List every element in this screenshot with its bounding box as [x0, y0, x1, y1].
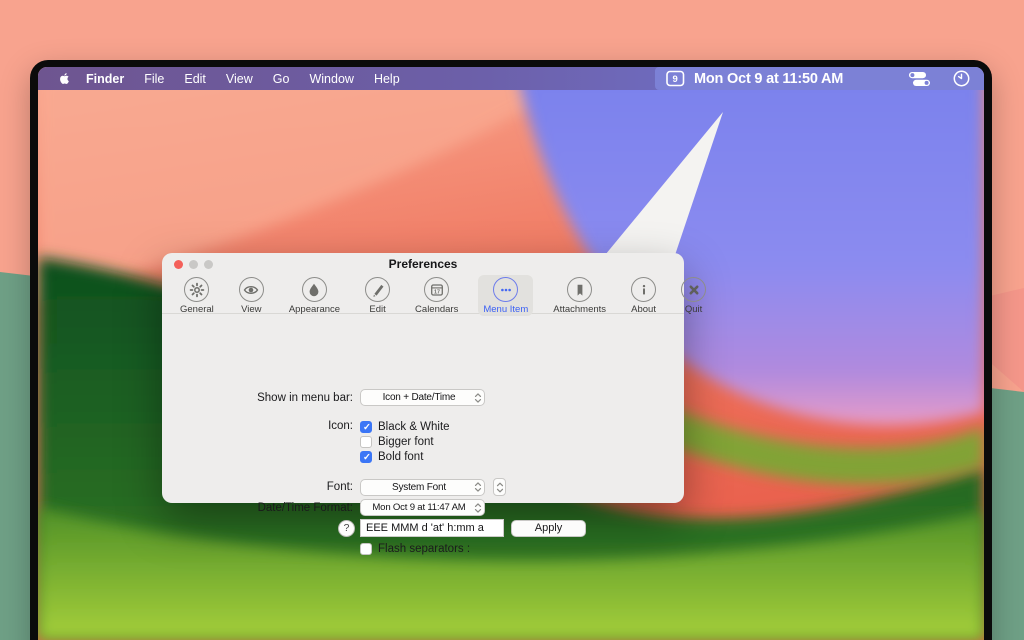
- icon-checkbox-group: Black & White Bigger font Bold font: [360, 419, 450, 464]
- bookmark-icon: [567, 277, 592, 302]
- screen: Finder File Edit View Go Window Help 9 M…: [38, 67, 984, 640]
- menubar-item-window[interactable]: Window: [299, 72, 363, 86]
- help-button[interactable]: ?: [338, 520, 355, 537]
- apple-logo-icon: [58, 71, 71, 86]
- menubar-app-name[interactable]: Finder: [76, 72, 134, 86]
- svg-text:17: 17: [434, 289, 440, 295]
- selected-value: Icon + Date/Time: [361, 392, 471, 403]
- toolbar-item-calendars[interactable]: 17 Calendars: [410, 275, 463, 316]
- selected-value: Mon Oct 9 at 11:47 AM: [361, 502, 471, 513]
- minimize-window-button[interactable]: [189, 260, 198, 269]
- toolbar-label: Calendars: [415, 304, 458, 315]
- datetime-format-select[interactable]: Mon Oct 9 at 11:47 AM: [360, 499, 485, 516]
- pencil-icon: [365, 277, 390, 302]
- toolbar-label: Attachments: [553, 304, 606, 315]
- font-label: Font:: [162, 481, 360, 493]
- toolbar-item-appearance[interactable]: Appearance: [284, 275, 345, 316]
- toolbar-item-menu-item[interactable]: Menu Item: [478, 275, 533, 316]
- close-window-button[interactable]: [174, 260, 183, 269]
- menu-bar-left: Finder File Edit View Go Window Help: [38, 71, 410, 86]
- clock-icon[interactable]: [953, 70, 970, 87]
- flash-separators-checkbox[interactable]: [360, 543, 372, 555]
- checkbox-row[interactable]: Black & White: [360, 419, 450, 434]
- zoom-window-button[interactable]: [204, 260, 213, 269]
- icon-options-label: Icon:: [162, 419, 360, 434]
- toolbar-label: About: [631, 304, 656, 315]
- checkbox-label: Black & White: [378, 421, 450, 433]
- menubar-item-go[interactable]: Go: [263, 72, 300, 86]
- preferences-toolbar: General View Appearance: [162, 274, 684, 314]
- droplet-icon: [302, 277, 327, 302]
- format-input[interactable]: [360, 519, 504, 537]
- menubar-item-edit[interactable]: Edit: [174, 72, 216, 86]
- black-white-checkbox[interactable]: [360, 421, 372, 433]
- window-title: Preferences: [162, 253, 684, 275]
- apply-button[interactable]: Apply: [511, 520, 586, 537]
- checkbox-row[interactable]: Flash separators :: [360, 541, 470, 556]
- svg-text:9: 9: [673, 74, 678, 85]
- checkbox-label: Bold font: [378, 451, 423, 463]
- toolbar-label: View: [241, 304, 261, 315]
- toolbar-item-view[interactable]: View: [234, 275, 269, 316]
- toolbar-item-attachments[interactable]: Attachments: [548, 275, 611, 316]
- apple-menu[interactable]: [52, 71, 76, 86]
- menubar-right-icons: [908, 70, 970, 87]
- checkbox-row[interactable]: Bold font: [360, 449, 450, 464]
- menubar-status-area[interactable]: 9 Mon Oct 9 at 11:50 AM: [655, 67, 984, 90]
- toolbar-item-quit[interactable]: Quit: [676, 275, 711, 316]
- menubar-calendar-icon[interactable]: 9: [666, 70, 685, 87]
- bold-font-checkbox[interactable]: [360, 451, 372, 463]
- font-select[interactable]: System Font: [360, 479, 485, 496]
- toolbar-label: Edit: [369, 304, 385, 315]
- toolbar-label: Menu Item: [483, 304, 528, 315]
- selected-value: System Font: [361, 482, 471, 493]
- eye-icon: [239, 277, 264, 302]
- menu-bar: Finder File Edit View Go Window Help 9 M…: [38, 67, 984, 90]
- menubar-item-view[interactable]: View: [216, 72, 263, 86]
- row-datetime-format: Date/Time Format: Mon Oct 9 at 11:47 AM: [162, 499, 684, 516]
- title-bar[interactable]: Preferences: [162, 253, 684, 274]
- toolbar-item-general[interactable]: General: [175, 275, 219, 316]
- chevron-up-down-icon: [471, 502, 484, 514]
- chevron-up-down-icon: [471, 392, 484, 404]
- font-size-stepper[interactable]: [493, 478, 506, 496]
- bigger-font-checkbox[interactable]: [360, 436, 372, 448]
- preferences-window: Preferences General: [162, 253, 684, 503]
- menubar-item-help[interactable]: Help: [364, 72, 410, 86]
- toolbar-label: Quit: [685, 304, 702, 315]
- control-center-icon[interactable]: [908, 71, 931, 87]
- row-flash-separators: Flash separators :: [162, 541, 684, 556]
- toolbar-label: Appearance: [289, 304, 340, 315]
- menubar-datetime[interactable]: Mon Oct 9 at 11:50 AM: [694, 71, 843, 87]
- info-icon: [631, 277, 656, 302]
- close-x-icon: [681, 277, 706, 302]
- datetime-format-label: Date/Time Format:: [162, 502, 360, 514]
- row-custom-format: ? Apply: [162, 519, 684, 537]
- chevron-up-down-icon: [471, 481, 484, 493]
- traffic-lights: [174, 260, 213, 269]
- calendar-icon: 17: [424, 277, 449, 302]
- toolbar-label: General: [180, 304, 214, 315]
- gear-icon: [184, 277, 209, 302]
- checkbox-label: Bigger font: [378, 436, 434, 448]
- menubar-item-file[interactable]: File: [134, 72, 174, 86]
- ellipsis-icon: [493, 277, 518, 302]
- show-in-menu-bar-label: Show in menu bar:: [162, 392, 360, 404]
- show-in-menu-bar-select[interactable]: Icon + Date/Time: [360, 389, 485, 406]
- toolbar-item-edit[interactable]: Edit: [360, 275, 395, 316]
- row-icon-options: Icon: Black & White Bigger font Bold fon…: [162, 419, 684, 464]
- row-font: Font: System Font: [162, 478, 684, 496]
- toolbar-item-about[interactable]: About: [626, 275, 661, 316]
- checkbox-label: Flash separators :: [378, 543, 470, 555]
- row-show-in-menu-bar: Show in menu bar: Icon + Date/Time: [162, 389, 684, 406]
- checkbox-row[interactable]: Bigger font: [360, 434, 450, 449]
